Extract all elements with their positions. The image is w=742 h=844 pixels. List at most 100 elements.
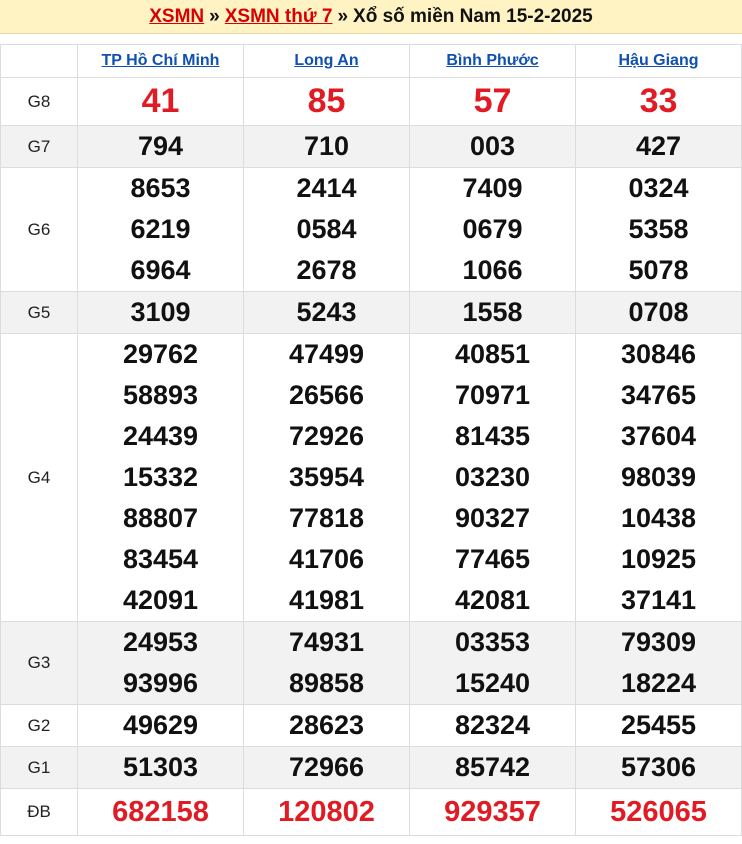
result-cell: 8653 6219 6964 [77,167,244,292]
result-number: 8653 [130,173,191,203]
result-number: 72926 [288,421,365,451]
result-cell: 33 [575,77,742,126]
result-number: 51303 [122,752,199,782]
prize-row: G7 794 710 003 427 [0,125,742,168]
result-cell: 74931 89858 [243,621,410,705]
breadcrumb-separator: » [337,5,349,27]
result-cell: 120802 [243,788,410,836]
result-cell: 03353 15240 [409,621,576,705]
result-number: 41 [141,82,180,120]
prize-row: G3 24953 93996 74931 89858 03353 15240 79309 182… [0,621,742,705]
result-number: 83454 [122,544,199,574]
result-cell: 2414 0584 2678 [243,167,410,292]
prize-label: G5 [0,291,78,334]
result-number: 90327 [454,503,531,533]
prize-label: G3 [0,621,78,705]
result-cell: 30846 34765 37604 98039 10438 10925 37141 [575,333,742,622]
result-cell: 29762 58893 24439 15332 88807 83454 42091 [77,333,244,622]
result-number: 72966 [288,752,365,782]
result-number: 0679 [462,214,523,244]
prize-label: G8 [0,77,78,126]
prize-row: ĐB 682158 120802 929357 526065 [0,788,742,836]
result-number: 03353 [454,627,531,657]
result-number: 33 [639,82,678,120]
result-cell: 427 [575,125,742,168]
result-number: 6219 [130,214,191,244]
result-number: 7409 [462,173,523,203]
prize-label: G4 [0,333,78,622]
results-body: G8 41 85 57 33 G7 794 710 003 427 G6 8653 6219 6964 24… [0,77,742,836]
result-number: 5358 [628,214,689,244]
result-number: 81435 [454,421,531,451]
result-number: 2414 [296,173,357,203]
xsmn-link[interactable]: XSMN [149,6,204,28]
result-number: 794 [137,131,184,161]
result-number: 98039 [620,462,697,492]
prize-row: G8 41 85 57 33 [0,77,742,126]
result-cell: 24953 93996 [77,621,244,705]
result-number: 3109 [130,297,191,327]
result-number: 70971 [454,380,531,410]
result-number: 6964 [130,255,191,285]
result-number: 82324 [454,710,531,740]
result-number: 58893 [122,380,199,410]
result-number: 427 [635,131,682,161]
special-prize-number: 526065 [610,796,707,828]
result-cell: 72966 [243,746,410,789]
result-number: 88807 [122,503,199,533]
xsmn-saturday-link[interactable]: XSMN thứ 7 [225,6,333,28]
result-cell: 710 [243,125,410,168]
result-cell: 85 [243,77,410,126]
province-link-hau-giang[interactable]: Hậu Giang [618,52,698,69]
result-number: 34765 [620,380,697,410]
result-cell: 57 [409,77,576,126]
result-cell: 49629 [77,704,244,747]
result-number: 2678 [296,255,357,285]
result-number: 85 [307,82,346,120]
page-title: Xổ số miền Nam 15-2-2025 [353,5,593,27]
result-number: 79309 [620,627,697,657]
result-number: 57306 [620,752,697,782]
result-number: 28623 [288,710,365,740]
result-cell: 526065 [575,788,742,836]
result-number: 25455 [620,710,697,740]
result-cell: 3109 [77,291,244,334]
result-number: 89858 [288,668,365,698]
result-cell: 003 [409,125,576,168]
province-link-hcm[interactable]: TP Hồ Chí Minh [102,52,220,69]
result-number: 42091 [122,585,199,615]
result-cell: 40851 70971 81435 03230 90327 77465 42081 [409,333,576,622]
result-cell: 85742 [409,746,576,789]
result-number: 74931 [288,627,365,657]
result-cell: 682158 [77,788,244,836]
prize-row: G1 51303 72966 85742 57306 [0,746,742,789]
result-number: 29762 [122,339,199,369]
result-number: 0584 [296,214,357,244]
prize-label: G7 [0,125,78,168]
result-number: 5243 [296,297,357,327]
result-number: 710 [303,131,350,161]
special-prize-number: 682158 [112,796,209,828]
prize-label: ĐB [0,788,78,836]
result-cell: 0324 5358 5078 [575,167,742,292]
special-prize-number: 120802 [278,796,375,828]
result-number: 5078 [628,255,689,285]
result-cell: 5243 [243,291,410,334]
result-number: 24439 [122,421,199,451]
result-number: 15240 [454,668,531,698]
province-link-binh-phuoc[interactable]: Bình Phước [446,52,538,69]
province-header-row: TP Hồ Chí Minh Long An Bình Phước Hậu Gi… [0,44,742,78]
prize-row: G5 3109 5243 1558 0708 [0,291,742,334]
result-number: 85742 [454,752,531,782]
result-cell: 28623 [243,704,410,747]
province-link-long-an[interactable]: Long An [294,52,358,69]
result-number: 1066 [462,255,523,285]
result-number: 35954 [288,462,365,492]
result-number: 0708 [628,297,689,327]
province-header: Bình Phước [409,44,576,78]
breadcrumb: XSMN » XSMN thứ 7 » Xổ số miền Nam 15-2-… [0,0,742,34]
result-cell: 47499 26566 72926 35954 77818 41706 41981 [243,333,410,622]
result-number: 26566 [288,380,365,410]
result-cell: 41 [77,77,244,126]
prize-label: G2 [0,704,78,747]
